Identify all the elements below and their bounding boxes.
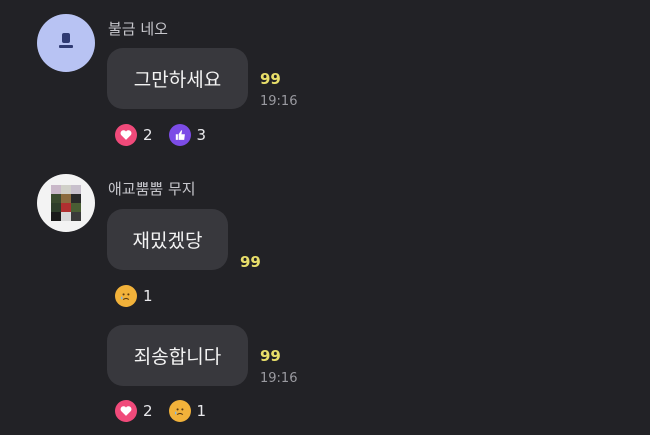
reaction-count: 2 [143,126,153,144]
avatar-bulgeum-neo[interactable] [37,14,95,72]
sender-name: 애교뿜뿜 무지 [108,180,196,198]
avatar-aegyo-muzi[interactable] [37,174,95,232]
message-time: 19:16 [260,371,298,386]
reaction-bar: 2 3 [115,124,206,146]
read-count: 99 [260,347,281,365]
reaction-count: 2 [143,402,153,420]
message-bubble[interactable]: 재밌겠당 [107,209,228,270]
blurred-profile-image [51,185,81,221]
reaction-bar: 2 1 [115,400,206,422]
message-bubble[interactable]: 그만하세요 [107,48,248,109]
reaction-count: 1 [196,402,207,420]
read-count: 99 [260,70,281,88]
heart-icon[interactable] [115,400,137,422]
message-text: 재밌겠당 [132,230,203,252]
sad-face-icon[interactable] [115,285,137,307]
reaction-bar: 1 [115,285,153,307]
message-text: 죄송합니다 [133,346,222,368]
sad-face-icon[interactable] [168,400,191,422]
thumbs-up-icon[interactable] [168,124,191,146]
reaction-count: 3 [196,126,207,144]
reaction-count: 1 [143,287,153,305]
message-bubble[interactable]: 죄송합니다 [107,325,248,386]
read-count: 99 [240,253,261,271]
message-text: 그만하세요 [133,69,222,91]
person-icon [59,33,73,48]
sender-name: 불금 네오 [108,20,168,38]
heart-icon[interactable] [115,124,137,146]
message-time: 19:16 [260,94,298,109]
